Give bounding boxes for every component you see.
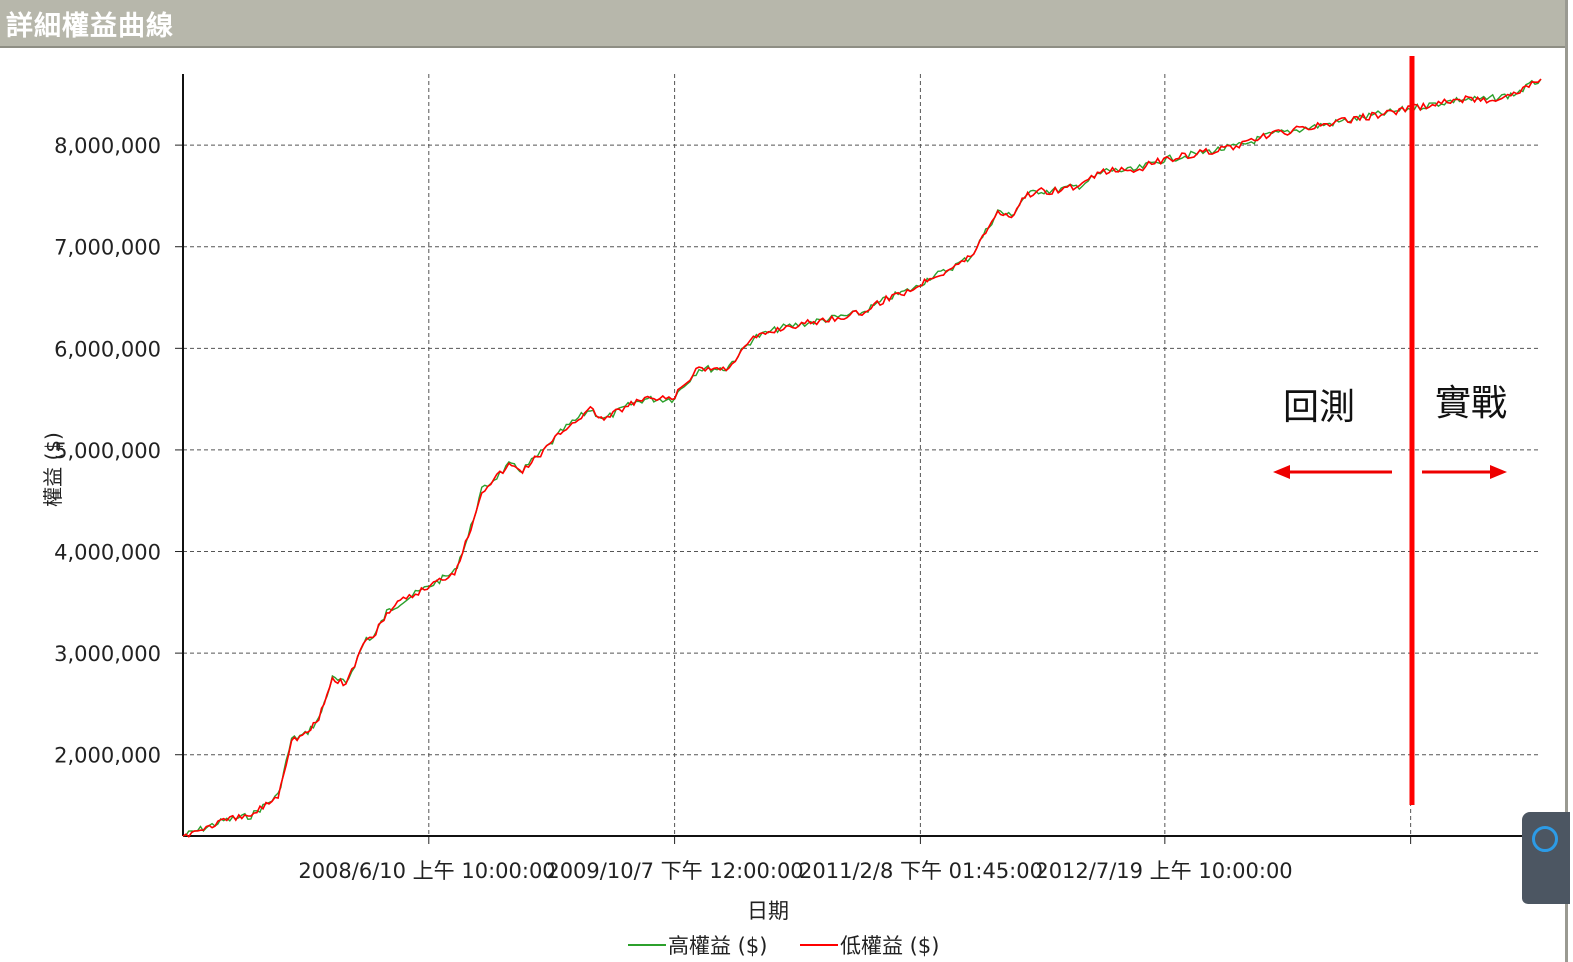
x-tick-label: 2011/2/8 下午 01:45:00 [799, 859, 1043, 883]
legend-label-high: 高權益 ($) [668, 934, 768, 958]
x-tick-label: 2008/6/10 上午 10:00:00 [298, 859, 555, 883]
series-line-low [182, 78, 1542, 838]
window-title: 詳細權益曲線 [6, 11, 174, 42]
x-tick-label: 2009/10/7 下午 12:00:00 [546, 859, 803, 883]
y-tick-label: 6,000,000 [54, 337, 161, 361]
annotation-backtest-label: 回測 [1283, 387, 1356, 428]
y-tick-label: 2,000,000 [54, 744, 161, 768]
arrow-right-head [1490, 465, 1507, 479]
legend-label-low: 低權益 ($) [840, 934, 940, 958]
y-tick-label: 7,000,000 [54, 236, 161, 260]
x-tick-label: 2012/7/19 上午 10:00:00 [1035, 859, 1292, 883]
y-tick-label: 3,000,000 [54, 642, 161, 666]
arrow-left-head [1273, 465, 1290, 479]
legend-item-low-equity: 低權益 ($) [800, 930, 939, 960]
floating-side-widget[interactable] [1522, 812, 1570, 904]
y-tick-label: 8,000,000 [54, 134, 161, 158]
equity-chart: 2,000,000 3,000,000 4,000,000 5,000,000 6,00… [54, 56, 1561, 883]
y-tick-label: 5,000,000 [54, 439, 161, 463]
y-axis-label: 權益 ($) [40, 432, 65, 507]
series-line-high [182, 78, 1542, 837]
legend-swatch-low [800, 944, 838, 946]
annotation-live-label: 實戰 [1435, 383, 1508, 424]
x-axis-label: 日期 [747, 899, 789, 923]
y-tick-label: 4,000,000 [54, 541, 161, 565]
window-titlebar: 詳細權益曲線 [0, 0, 1565, 48]
legend-item-high-equity: 高權益 ($) [628, 930, 767, 960]
remote-control-icon [1532, 826, 1558, 852]
legend-swatch-high [628, 944, 666, 946]
